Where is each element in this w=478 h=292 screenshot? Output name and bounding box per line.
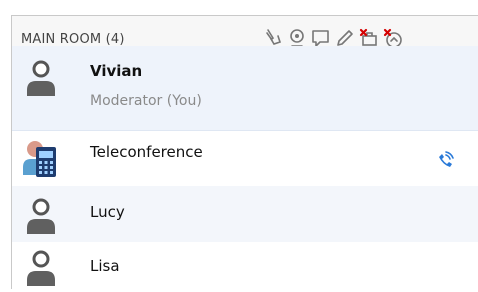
user-icon [21,58,61,98]
participant-role: Moderator (You) [90,93,202,109]
participant-panel: MAIN ROOM (4) Vivian Moderator (You) Tel… [11,15,478,290]
participant-row-lucy[interactable]: Lucy [12,186,478,242]
participant-name: Vivian [90,62,143,80]
participant-name: Lucy [90,203,125,221]
participant-row-lisa[interactable]: Lisa [12,242,478,290]
participant-name: Lisa [90,257,120,275]
user-icon [21,248,61,288]
room-header: MAIN ROOM (4) [12,16,478,48]
room-title: MAIN ROOM (4) [21,32,125,47]
phone-participant-icon [21,137,61,177]
audio-phone-icon [434,149,456,171]
participant-row-teleconference[interactable]: Teleconference [12,130,478,186]
participant-name: Teleconference [90,143,203,161]
user-icon [21,196,61,236]
participant-row-vivian[interactable]: Vivian Moderator (You) [12,46,478,130]
